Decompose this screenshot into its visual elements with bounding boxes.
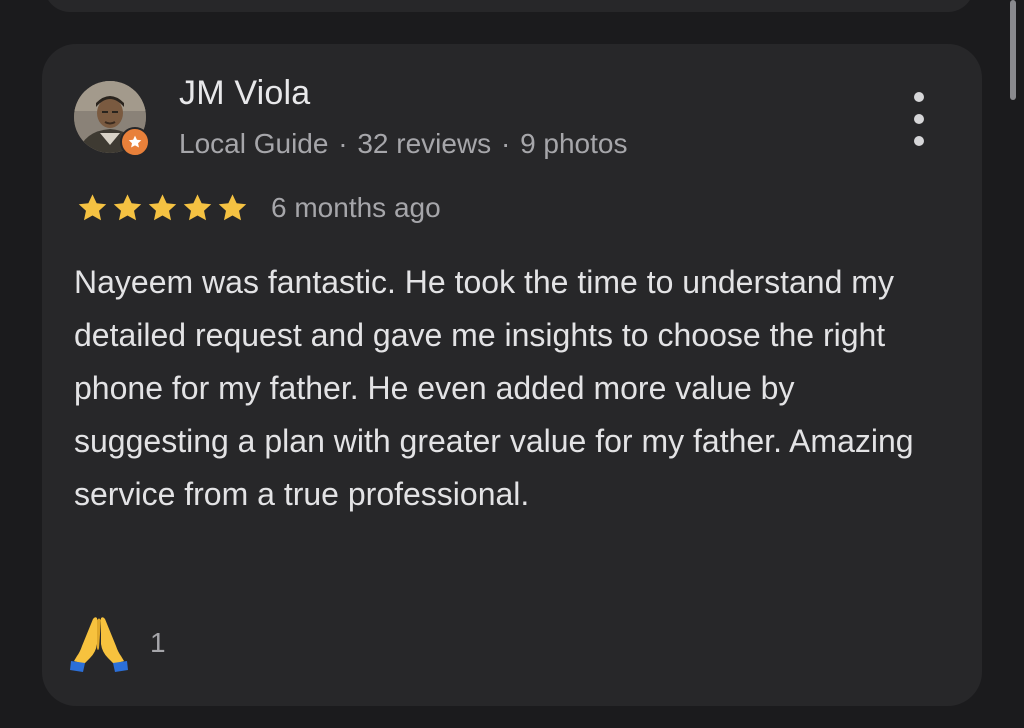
reviews-screen: JM Viola Local Guide · 32 reviews · 9 ph… bbox=[0, 0, 1024, 728]
reviewer-meta: Local Guide · 32 reviews · 9 photos bbox=[179, 128, 627, 160]
review-count: 32 reviews bbox=[357, 128, 492, 159]
reaction-count: 1 bbox=[150, 627, 166, 658]
photo-count: 9 photos bbox=[520, 128, 628, 159]
star-icon bbox=[78, 194, 107, 221]
meta-separator: · bbox=[500, 128, 511, 159]
star-icon bbox=[218, 194, 247, 221]
reaction-button[interactable]: 1 bbox=[68, 612, 166, 674]
local-guide-label: Local Guide bbox=[179, 128, 329, 159]
star-icon bbox=[183, 194, 212, 221]
rating-row: 6 months ago bbox=[76, 192, 441, 224]
folded-hands-icon bbox=[70, 617, 128, 672]
more-options-button[interactable] bbox=[904, 92, 934, 146]
avatar[interactable] bbox=[74, 81, 150, 157]
review-card: JM Viola Local Guide · 32 reviews · 9 ph… bbox=[42, 44, 982, 706]
more-vert-icon bbox=[914, 136, 924, 146]
review-text: Nayeem was fantastic. He took the time t… bbox=[74, 264, 914, 512]
more-vert-icon bbox=[914, 92, 924, 102]
star-icon bbox=[148, 194, 177, 221]
star-rating bbox=[76, 192, 249, 224]
star-icon bbox=[113, 194, 142, 221]
reviewer-name[interactable]: JM Viola bbox=[179, 74, 310, 113]
review-time: 6 months ago bbox=[271, 192, 441, 223]
more-vert-icon bbox=[914, 114, 924, 124]
scrollbar[interactable] bbox=[1010, 0, 1016, 100]
meta-separator: · bbox=[338, 128, 348, 159]
local-guide-badge-icon bbox=[120, 127, 150, 157]
previous-review-card bbox=[44, 0, 974, 12]
